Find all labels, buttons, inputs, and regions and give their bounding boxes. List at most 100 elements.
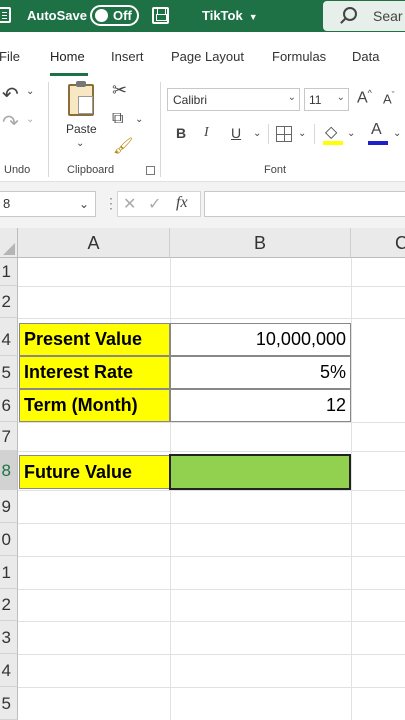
row-header[interactable]: 1 (0, 258, 18, 286)
column-header-c[interactable]: C (351, 228, 405, 258)
gridline (18, 451, 405, 452)
gridline (18, 654, 405, 655)
underline-dropdown-icon[interactable]: ⌄ (253, 128, 261, 139)
gridline (18, 589, 405, 590)
row-header[interactable]: 1 (0, 556, 18, 589)
excel-icon (0, 7, 11, 23)
column-header-b[interactable]: B (170, 228, 351, 258)
chevron-down-icon: ⌄ (336, 92, 345, 103)
fill-color-swatch (323, 141, 343, 145)
underline-button[interactable]: U (231, 125, 241, 141)
fill-color-dropdown-icon[interactable]: ⌄ (347, 128, 355, 139)
toggle-knob (95, 9, 108, 22)
autosave-label: AutoSave (27, 8, 87, 23)
formula-bar: 8 ⌄ ⋮ ✕ ✓ fx (0, 182, 405, 228)
name-box-value: 8 (3, 196, 11, 211)
cell-b5[interactable]: 5% (170, 356, 351, 389)
borders-icon[interactable] (276, 126, 292, 142)
cell-b6[interactable]: 12 (170, 389, 351, 422)
row-header[interactable]: 4 (0, 323, 18, 356)
cut-icon[interactable]: ✂ (112, 80, 127, 101)
gridline (18, 318, 405, 319)
fill-color-icon[interactable]: ◇ (325, 122, 337, 142)
cell-a5[interactable]: Interest Rate (19, 356, 170, 389)
row-header[interactable]: 2 (0, 286, 18, 318)
formula-input[interactable] (204, 191, 405, 217)
ribbon-tabs: File Home Insert Page Layout Formulas Da… (0, 32, 405, 76)
search-placeholder: Sear (373, 8, 403, 24)
select-all-button[interactable] (0, 228, 18, 258)
name-box[interactable]: 8 ⌄ (0, 191, 96, 217)
search-box[interactable]: Sear (323, 1, 405, 31)
redo-icon[interactable]: ↷ (2, 110, 19, 135)
gridline (18, 621, 405, 622)
cell-a6[interactable]: Term (Month) (19, 389, 170, 422)
clipboard-group-label: Clipboard (67, 164, 115, 176)
column-header-a[interactable]: A (18, 228, 170, 258)
resize-handle-icon[interactable]: ⋮ (104, 195, 118, 212)
clipboard-launcher-icon[interactable] (146, 166, 155, 175)
shrink-font-icon[interactable]: Aˇ (383, 90, 395, 106)
autosave-toggle[interactable]: Off (90, 5, 139, 26)
cell-a4[interactable]: Present Value (19, 323, 170, 356)
gridline (18, 422, 405, 423)
undo-group-label: Undo (4, 164, 31, 176)
bold-button[interactable]: B (176, 125, 186, 141)
borders-dropdown-icon[interactable]: ⌄ (298, 128, 306, 139)
cell-b8-selected[interactable] (169, 454, 351, 490)
divider (160, 82, 161, 177)
autosave-state: Off (113, 8, 132, 23)
font-name-select[interactable]: Calibri ⌄ (167, 88, 300, 111)
divider (268, 124, 269, 144)
document-title-button[interactable]: TikTok ▼ (202, 8, 258, 23)
font-group-label: Font (264, 164, 287, 176)
document-title: TikTok (202, 8, 243, 23)
font-size-select[interactable]: 11 ⌄ (304, 88, 349, 111)
row-header[interactable]: 5 (0, 356, 18, 389)
font-size-value: 11 (309, 93, 322, 107)
row-header[interactable]: 2 (0, 589, 18, 621)
row-header[interactable]: 4 (0, 654, 18, 687)
tab-home[interactable]: Home (50, 49, 85, 64)
italic-button[interactable]: I (204, 125, 209, 141)
tab-insert[interactable]: Insert (111, 49, 144, 64)
gridline (18, 490, 405, 491)
row-header[interactable]: 7 (0, 422, 18, 451)
tab-data[interactable]: Data (352, 49, 379, 64)
cell-a8[interactable]: Future Value (19, 455, 170, 489)
save-icon[interactable] (152, 7, 169, 24)
font-color-dropdown-icon[interactable]: ⌄ (393, 128, 401, 139)
row-header-selected[interactable]: 8 (0, 451, 18, 490)
row-header[interactable]: 6 (0, 389, 18, 422)
tab-formulas[interactable]: Formulas (272, 49, 326, 64)
row-header[interactable]: 3 (0, 621, 18, 654)
paste-icon[interactable] (68, 81, 94, 116)
gridline (18, 556, 405, 557)
paste-dropdown-icon[interactable]: ⌄ (76, 138, 84, 149)
cancel-icon[interactable]: ✕ (123, 194, 136, 214)
grow-font-icon[interactable]: A^ (357, 88, 372, 107)
format-painter-icon[interactable]: 🖌 (113, 136, 133, 156)
ribbon: ↶ ⌄ ↷ ⌄ Undo Paste ⌄ ✂ ⧉ ⌄ 🖌 Clipboard C… (0, 76, 405, 182)
copy-dropdown-icon[interactable]: ⌄ (135, 114, 143, 125)
divider (48, 82, 49, 177)
row-header[interactable]: 5 (0, 687, 18, 720)
copy-icon[interactable]: ⧉ (112, 110, 123, 128)
title-bar: AutoSave Off TikTok ▼ Sear (0, 0, 405, 32)
tab-page-layout[interactable]: Page Layout (171, 49, 244, 64)
undo-dropdown-icon[interactable]: ⌄ (26, 86, 34, 97)
undo-icon[interactable]: ↶ (2, 82, 19, 107)
insert-function-button[interactable]: fx (176, 194, 188, 212)
tab-file[interactable]: File (0, 49, 20, 64)
font-color-icon[interactable]: A (371, 121, 382, 139)
row-header[interactable]: 9 (0, 490, 18, 523)
row-header[interactable]: 0 (0, 523, 18, 556)
cell-b4[interactable]: 10,000,000 (170, 323, 351, 356)
redo-dropdown-icon[interactable]: ⌄ (26, 114, 34, 125)
formula-tools: ✕ ✓ fx (117, 191, 201, 217)
gridline (18, 286, 405, 287)
paste-label[interactable]: Paste (66, 122, 97, 136)
chevron-down-icon: ⌄ (287, 92, 296, 103)
search-icon (343, 7, 357, 21)
confirm-icon[interactable]: ✓ (148, 194, 161, 214)
